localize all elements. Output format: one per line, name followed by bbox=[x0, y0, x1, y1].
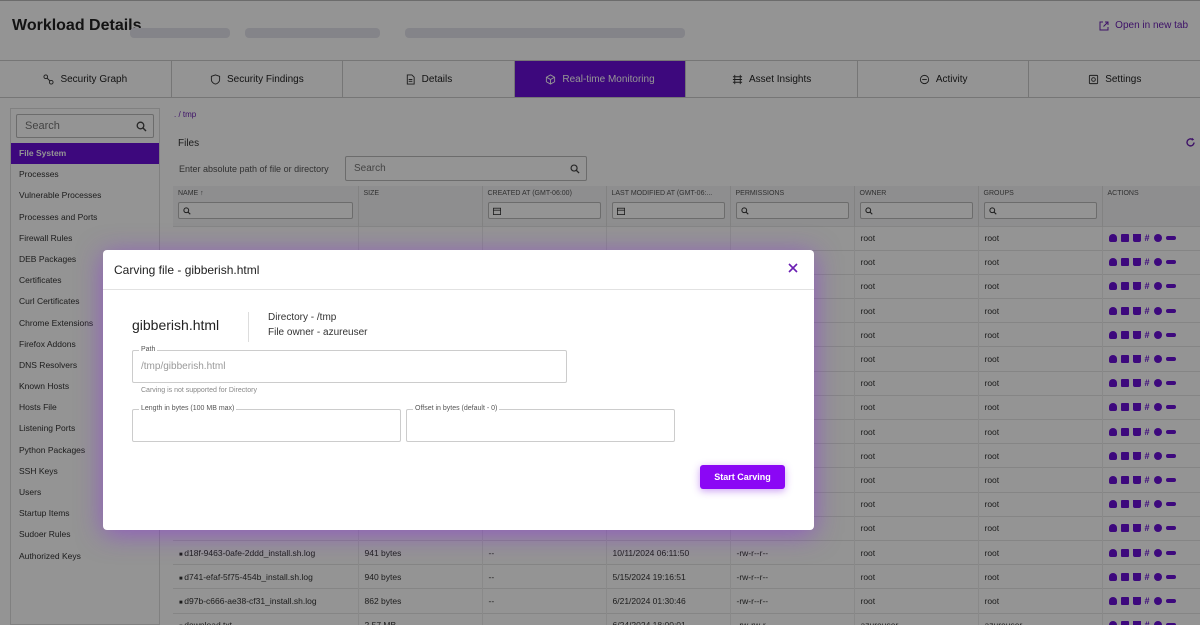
close-icon[interactable] bbox=[786, 261, 800, 275]
file-directory: Directory - /tmp bbox=[268, 312, 337, 323]
length-field: Length in bytes (100 MB max) bbox=[132, 405, 401, 442]
modal-header: Carving file - gibberish.html bbox=[103, 250, 814, 290]
offset-field: Offset in bytes (default - 0) bbox=[406, 405, 675, 442]
path-field: Path bbox=[132, 346, 567, 383]
modal-title: Carving file - gibberish.html bbox=[114, 262, 260, 277]
divider bbox=[248, 312, 249, 342]
start-carving-button[interactable]: Start Carving bbox=[700, 465, 785, 489]
file-owner: File owner - azureuser bbox=[268, 327, 368, 338]
file-name: gibberish.html bbox=[132, 317, 220, 333]
path-field-label: Path bbox=[139, 346, 158, 353]
offset-field-label: Offset in bytes (default - 0) bbox=[413, 405, 500, 412]
length-field-label: Length in bytes (100 MB max) bbox=[139, 405, 237, 412]
path-helper-text: Carving is not supported for Directory bbox=[141, 387, 257, 394]
offset-input[interactable] bbox=[407, 410, 674, 441]
length-input[interactable] bbox=[133, 410, 400, 441]
carving-modal: Carving file - gibberish.html gibberish.… bbox=[103, 250, 814, 530]
path-input[interactable] bbox=[133, 351, 566, 382]
